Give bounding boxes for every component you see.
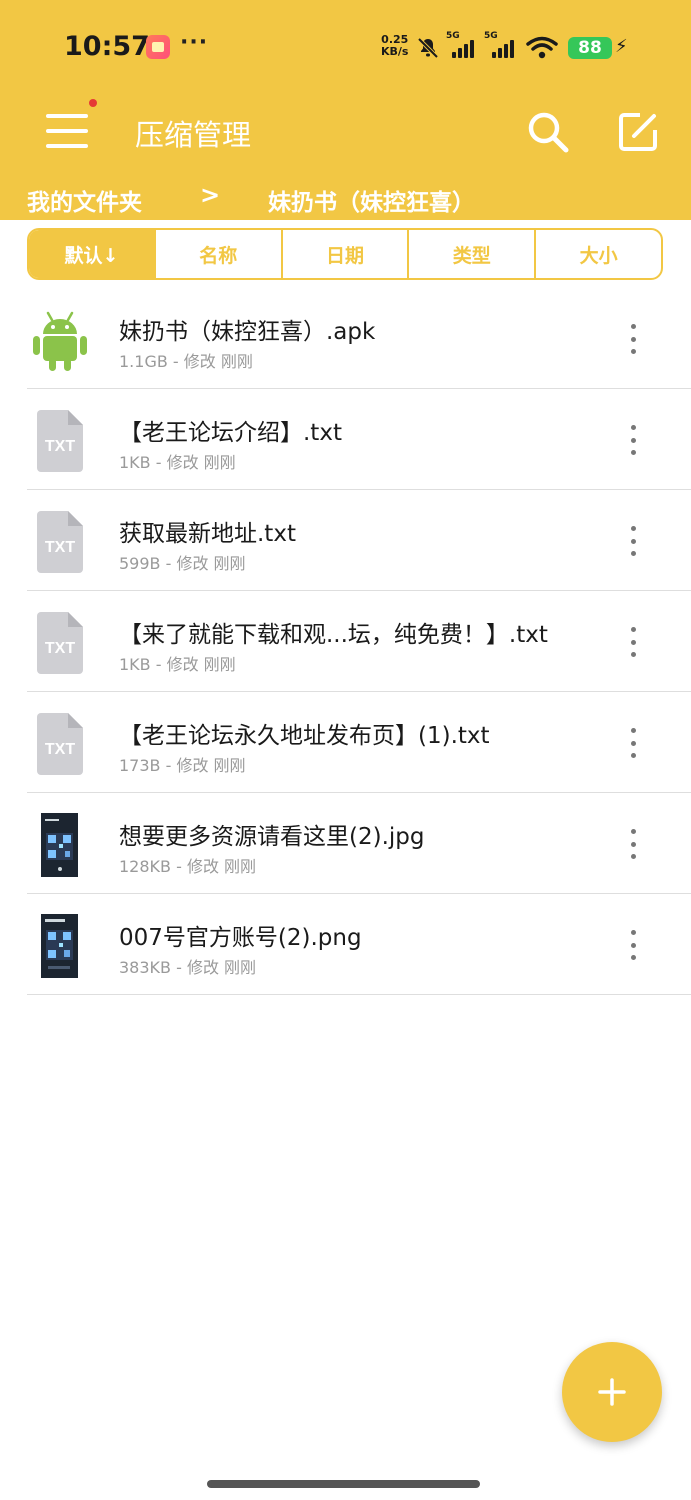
sort-tab-date[interactable]: 日期 (280, 230, 408, 278)
list-item[interactable]: TXT 【老王论坛介绍】.txt 1KB - 修改 刚刚 (0, 389, 691, 490)
txt-file-icon: TXT (37, 612, 83, 674)
more-options-icon[interactable] (620, 829, 646, 859)
image-thumbnail-icon (41, 914, 78, 978)
notification-app-icon (146, 35, 170, 59)
file-name: 获取最新地址.txt (119, 521, 296, 547)
txt-file-icon: TXT (37, 511, 83, 573)
network-speed: 0.25 KB/s (381, 34, 408, 58)
txt-file-icon: TXT (37, 410, 83, 472)
signal-5g-2-icon: 5G (484, 31, 520, 58)
txt-icon-label: TXT (45, 640, 75, 657)
file-meta: 383KB - 修改 刚刚 (119, 958, 257, 977)
txt-file-icon: TXT (37, 713, 83, 775)
app-header: 10:57 ··· 0.25 KB/s 5G 5G 88 ⚡ 压缩管理 我的文件… (0, 0, 691, 220)
signal-5g-1-icon: 5G (446, 31, 478, 58)
file-name: 【来了就能下载和观...坛，纯免费！】.txt (119, 622, 548, 648)
search-icon (528, 112, 569, 153)
page-title: 压缩管理 (135, 118, 252, 152)
more-options-icon[interactable] (620, 930, 646, 960)
status-bar: 10:57 ··· 0.25 KB/s 5G 5G 88 ⚡ (0, 0, 691, 95)
list-item[interactable]: TXT 获取最新地址.txt 599B - 修改 刚刚 (0, 490, 691, 591)
breadcrumb-current[interactable]: 妹扔书（妹控狂喜） (268, 183, 475, 217)
more-options-icon[interactable] (620, 526, 646, 556)
txt-icon-label: TXT (45, 539, 75, 556)
notification-dot (89, 99, 97, 107)
sort-tabs: 默认↓ 名称 日期 类型 大小 (27, 228, 663, 280)
more-notifications-icon: ··· (180, 30, 209, 55)
file-meta: 1KB - 修改 刚刚 (119, 453, 236, 472)
breadcrumb-root[interactable]: 我的文件夹 (27, 183, 142, 217)
charging-icon: ⚡ (615, 36, 628, 57)
file-list: 妹扔书（妹控狂喜）.apk 1.1GB - 修改 刚刚 TXT 【老王论坛介绍】… (0, 288, 691, 995)
sort-tab-type[interactable]: 类型 (407, 230, 534, 278)
file-meta: 128KB - 修改 刚刚 (119, 857, 257, 876)
status-time: 10:57 (64, 31, 150, 62)
image-thumbnail-icon (41, 813, 78, 877)
file-meta: 1.1GB - 修改 刚刚 (119, 352, 253, 371)
file-name: 想要更多资源请看这里(2).jpg (119, 824, 425, 850)
file-meta: 599B - 修改 刚刚 (119, 554, 246, 573)
txt-icon-label: TXT (45, 438, 75, 455)
network-speed-unit: KB/s (381, 45, 409, 58)
file-name: 妹扔书（妹控狂喜）.apk (119, 319, 376, 345)
android-icon (33, 311, 87, 371)
mute-bell-icon (417, 37, 439, 59)
more-options-icon[interactable] (620, 324, 646, 354)
plus-icon (598, 1378, 626, 1406)
more-options-icon[interactable] (620, 728, 646, 758)
wifi-icon (526, 36, 558, 59)
divider (27, 994, 691, 995)
list-item[interactable]: 妹扔书（妹控狂喜）.apk 1.1GB - 修改 刚刚 (0, 288, 691, 389)
menu-button[interactable] (44, 108, 92, 156)
list-item[interactable]: TXT 【老王论坛永久地址发布页】(1).txt 173B - 修改 刚刚 (0, 692, 691, 793)
edit-icon (619, 113, 657, 151)
search-button[interactable] (524, 108, 572, 156)
more-options-icon[interactable] (620, 627, 646, 657)
file-name: 【老王论坛介绍】.txt (119, 420, 342, 446)
list-item[interactable]: 007号官方账号(2).png 383KB - 修改 刚刚 (0, 894, 691, 995)
sort-tab-default[interactable]: 默认↓ (29, 230, 154, 278)
battery-indicator: 88 (568, 37, 612, 59)
file-meta: 173B - 修改 刚刚 (119, 756, 246, 775)
status-icons: 5G 5G (416, 31, 558, 62)
add-button[interactable] (562, 1342, 662, 1442)
home-indicator[interactable] (207, 1480, 480, 1488)
list-item[interactable]: TXT 【来了就能下载和观...坛，纯免费！】.txt 1KB - 修改 刚刚 (0, 591, 691, 692)
txt-icon-label: TXT (45, 741, 75, 758)
file-name: 【老王论坛永久地址发布页】(1).txt (119, 723, 490, 749)
file-name: 007号官方账号(2).png (119, 925, 362, 951)
sort-tab-name[interactable]: 名称 (153, 230, 281, 278)
list-item[interactable]: 想要更多资源请看这里(2).jpg 128KB - 修改 刚刚 (0, 793, 691, 894)
breadcrumb-separator-icon: > (200, 181, 221, 209)
edit-button[interactable] (614, 108, 662, 156)
file-meta: 1KB - 修改 刚刚 (119, 655, 236, 674)
sort-tab-size[interactable]: 大小 (534, 230, 661, 278)
more-options-icon[interactable] (620, 425, 646, 455)
